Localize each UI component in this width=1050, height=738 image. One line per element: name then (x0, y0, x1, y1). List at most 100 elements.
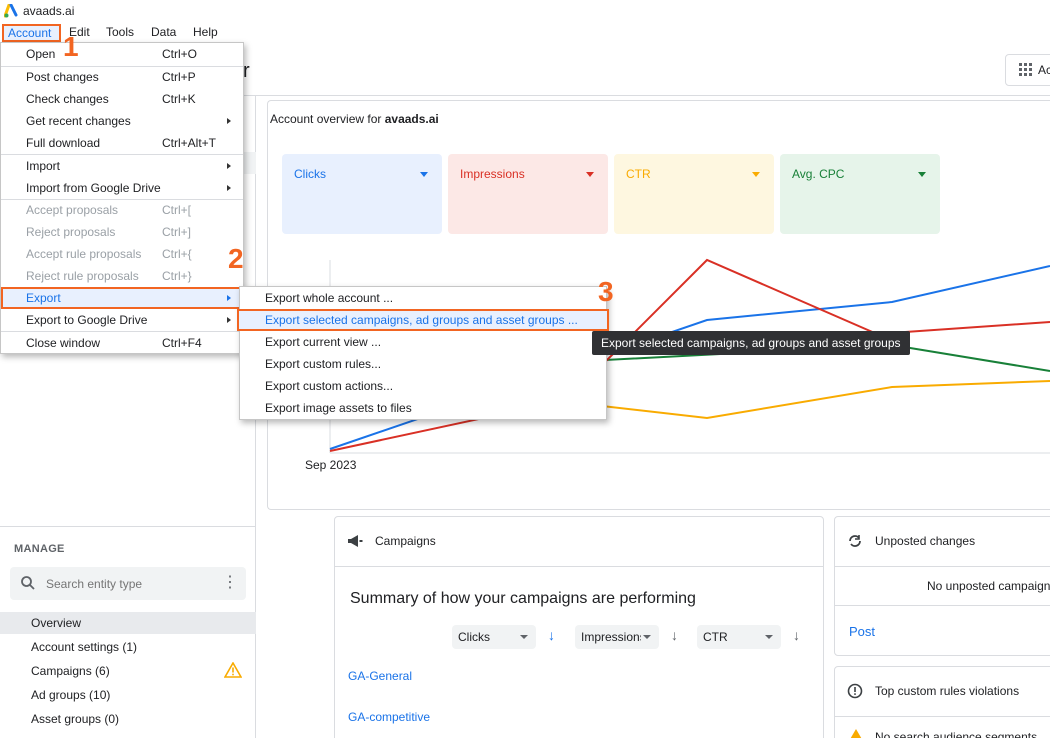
menu-item-shortcut: Ctrl+} (162, 269, 192, 283)
menu-item-close-window[interactable]: Close window Ctrl+F4 (1, 332, 243, 354)
sort-arrow-down-icon[interactable]: ↓ (548, 627, 555, 643)
campaigns-summary-heading: Summary of how your campaigns are perfor… (350, 590, 696, 607)
menu-item-accept-proposals: Accept proposals Ctrl+[ (1, 199, 243, 221)
apps-button[interactable]: Ac (1005, 54, 1050, 86)
submenu-arrow-icon (227, 317, 231, 323)
menu-item-label: Export to Google Drive (26, 313, 148, 327)
step-number-3: 3 (598, 276, 614, 307)
menu-item-full-download[interactable]: Full download Ctrl+Alt+T (1, 132, 243, 154)
post-button[interactable]: Post (849, 624, 875, 639)
search-input[interactable] (46, 567, 216, 600)
campaign-link[interactable]: GA-General (348, 669, 412, 683)
menu-item-label: Close window (26, 336, 101, 350)
export-item-image-assets[interactable]: Export image assets to files (240, 397, 606, 419)
sidebar-item-account-settings[interactable]: Account settings (1) (0, 636, 256, 658)
caret-down-icon (420, 172, 428, 177)
menu-item-accept-rule-proposals: Accept rule proposals Ctrl+{ (1, 243, 243, 265)
sidebar-item-overview[interactable]: Overview (0, 612, 256, 634)
warning-icon (224, 662, 242, 678)
metric-avg-cpc[interactable]: Avg. CPC (780, 154, 940, 234)
menu-item-label: Reject proposals (26, 225, 116, 239)
menu-item-shortcut: Ctrl+] (162, 225, 192, 239)
menu-item-reject-proposals: Reject proposals Ctrl+] (1, 221, 243, 243)
card-divider (834, 566, 1050, 567)
title-bar: avaads.ai (0, 0, 1050, 22)
menu-item-shortcut: Ctrl+K (162, 92, 196, 106)
manage-label: MANAGE (14, 543, 65, 555)
submenu-arrow-icon (227, 118, 231, 124)
sidebar-item-campaigns[interactable]: Campaigns (6) (0, 660, 256, 682)
export-item-whole-account[interactable]: Export whole account ... (240, 287, 606, 309)
export-item-current-view[interactable]: Export current view ... (240, 331, 606, 353)
campaign-metric-select-ctr[interactable]: CTR (697, 625, 781, 649)
sidebar-item-asset-groups[interactable]: Asset groups (0) (0, 708, 256, 730)
metric-label: Clicks (294, 167, 326, 181)
unposted-card-title: Unposted changes (875, 534, 976, 548)
campaign-metric-select-impressions[interactable]: Impressions (575, 625, 659, 649)
export-submenu: Export whole account ... Export selected… (237, 286, 609, 420)
campaigns-card-title: Campaigns (375, 534, 436, 548)
sort-arrow-down-icon[interactable]: ↓ (671, 627, 678, 643)
apps-button-label: Ac (1038, 63, 1050, 77)
menu-item-shortcut: Ctrl+{ (162, 247, 192, 261)
custom-rules-card (834, 666, 1050, 738)
export-item-custom-actions[interactable]: Export custom actions... (240, 375, 606, 397)
menu-item-shortcut: Ctrl+[ (162, 203, 192, 217)
page-title: r (243, 60, 250, 82)
caret-down-icon (752, 172, 760, 177)
metric-label: Impressions (460, 167, 525, 181)
menu-item-export[interactable]: Export (1, 287, 243, 309)
app-title: avaads.ai (23, 4, 75, 18)
sort-arrow-down-icon[interactable]: ↓ (793, 627, 800, 643)
metric-ctr[interactable]: CTR (614, 154, 774, 234)
select-value: CTR (703, 630, 728, 644)
metric-clicks[interactable]: Clicks (282, 154, 442, 234)
chart-x-tick-label: Sep 2023 (305, 458, 357, 472)
menu-item-label: Import from Google Drive (26, 181, 161, 195)
menu-item-reject-rule-proposals: Reject rule proposals Ctrl+} (1, 265, 243, 287)
sync-icon (849, 535, 861, 547)
search-icon (21, 576, 35, 590)
more-vert-icon[interactable]: ⋮ (222, 574, 238, 592)
menu-item-post-changes[interactable]: Post changes Ctrl+P (1, 66, 243, 88)
grid-icon (1019, 63, 1032, 76)
metric-label: CTR (626, 167, 651, 181)
step-number-1: 1 (63, 31, 79, 62)
menu-item-get-recent-changes[interactable]: Get recent changes (1, 110, 243, 132)
warning-icon (850, 729, 862, 738)
menu-item-label: Reject rule proposals (26, 269, 139, 283)
rules-card-title: Top custom rules violations (875, 684, 1020, 698)
sidebar-item-ad-groups[interactable]: Ad groups (10) (0, 684, 256, 706)
export-item-custom-rules[interactable]: Export custom rules... (240, 353, 606, 375)
menu-item-label: Accept rule proposals (26, 247, 142, 261)
menu-item-check-changes[interactable]: Check changes Ctrl+K (1, 88, 243, 110)
export-item-selected[interactable]: Export selected campaigns, ad groups and… (237, 309, 609, 331)
menu-account[interactable]: Account (2, 24, 61, 42)
menu-item-import[interactable]: Import (1, 155, 243, 177)
step-number-2: 2 (228, 243, 244, 274)
menu-item-shortcut: Ctrl+Alt+T (162, 136, 217, 150)
submenu-arrow-icon (227, 163, 231, 169)
caret-down-icon (520, 635, 528, 639)
menu-help[interactable]: Help (189, 24, 222, 42)
megaphone-icon (348, 535, 363, 547)
menu-tools[interactable]: Tools (102, 24, 138, 42)
menu-item-open[interactable]: Open Ctrl+O (1, 43, 243, 65)
select-value: Impressions (581, 630, 641, 644)
rules-message: No search audience segments (875, 730, 1038, 738)
menu-item-label: Full download (26, 136, 101, 150)
campaign-metric-select-clicks[interactable]: Clicks (452, 625, 536, 649)
card-divider (834, 716, 1050, 717)
caret-down-icon (643, 635, 651, 639)
tooltip: Export selected campaigns, ad groups and… (592, 331, 910, 355)
menu-item-label: Accept proposals (26, 203, 119, 217)
menu-data[interactable]: Data (147, 24, 180, 42)
menu-bar: Account Edit Tools Data Help (0, 22, 1050, 42)
card-divider (834, 605, 1050, 606)
campaign-link[interactable]: GA-competitive (348, 710, 430, 724)
menu-item-export-google-drive[interactable]: Export to Google Drive (1, 309, 243, 331)
menu-item-label: Export (26, 291, 61, 305)
menu-item-import-google-drive[interactable]: Import from Google Drive (1, 177, 243, 199)
metric-impressions[interactable]: Impressions (448, 154, 608, 234)
menu-item-shortcut: Ctrl+P (162, 70, 196, 84)
